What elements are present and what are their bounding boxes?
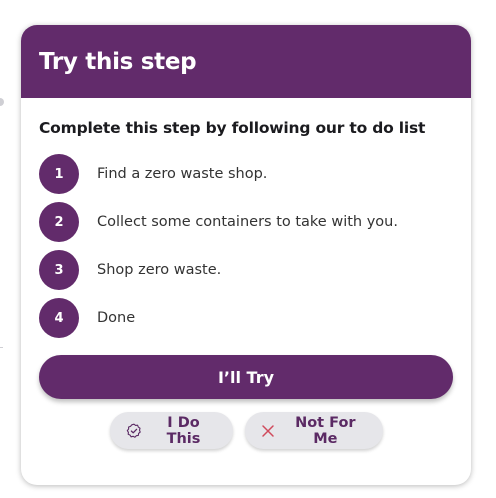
close-icon bbox=[261, 423, 276, 439]
card-subtitle: Complete this step by following our to d… bbox=[39, 119, 426, 137]
ill-try-button[interactable]: I’ll Try bbox=[39, 355, 453, 399]
todo-item: 4 Done bbox=[39, 298, 453, 338]
i-do-this-label: I Do This bbox=[166, 414, 201, 447]
step-text: Shop zero waste. bbox=[97, 262, 222, 278]
step-text: Collect some containers to take with you… bbox=[97, 214, 398, 230]
card-title: Try this step bbox=[39, 48, 197, 75]
card-header: Try this step bbox=[21, 25, 471, 98]
secondary-actions: I Do This Not For Me bbox=[39, 412, 453, 449]
i-do-this-button[interactable]: I Do This bbox=[109, 412, 233, 449]
background-tick bbox=[0, 347, 3, 348]
not-for-me-button[interactable]: Not For Me bbox=[244, 412, 383, 449]
todo-item: 3 Shop zero waste. bbox=[39, 250, 453, 290]
step-number-badge: 1 bbox=[39, 154, 79, 194]
background-dot bbox=[0, 98, 4, 106]
page: Try this step Complete this step by foll… bbox=[0, 0, 496, 498]
todo-item: 1 Find a zero waste shop. bbox=[39, 154, 453, 194]
step-text: Find a zero waste shop. bbox=[97, 166, 268, 182]
step-number-badge: 2 bbox=[39, 202, 79, 242]
step-number-badge: 3 bbox=[39, 250, 79, 290]
step-number-badge: 4 bbox=[39, 298, 79, 338]
todo-list: 1 Find a zero waste shop. 2 Collect some… bbox=[39, 154, 453, 338]
card-body: Complete this step by following our to d… bbox=[21, 98, 471, 449]
not-for-me-label: Not For Me bbox=[295, 414, 356, 447]
step-text: Done bbox=[97, 310, 136, 326]
todo-item: 2 Collect some containers to take with y… bbox=[39, 202, 453, 242]
badge-check-icon bbox=[126, 423, 142, 439]
try-step-card: Try this step Complete this step by foll… bbox=[21, 25, 471, 485]
